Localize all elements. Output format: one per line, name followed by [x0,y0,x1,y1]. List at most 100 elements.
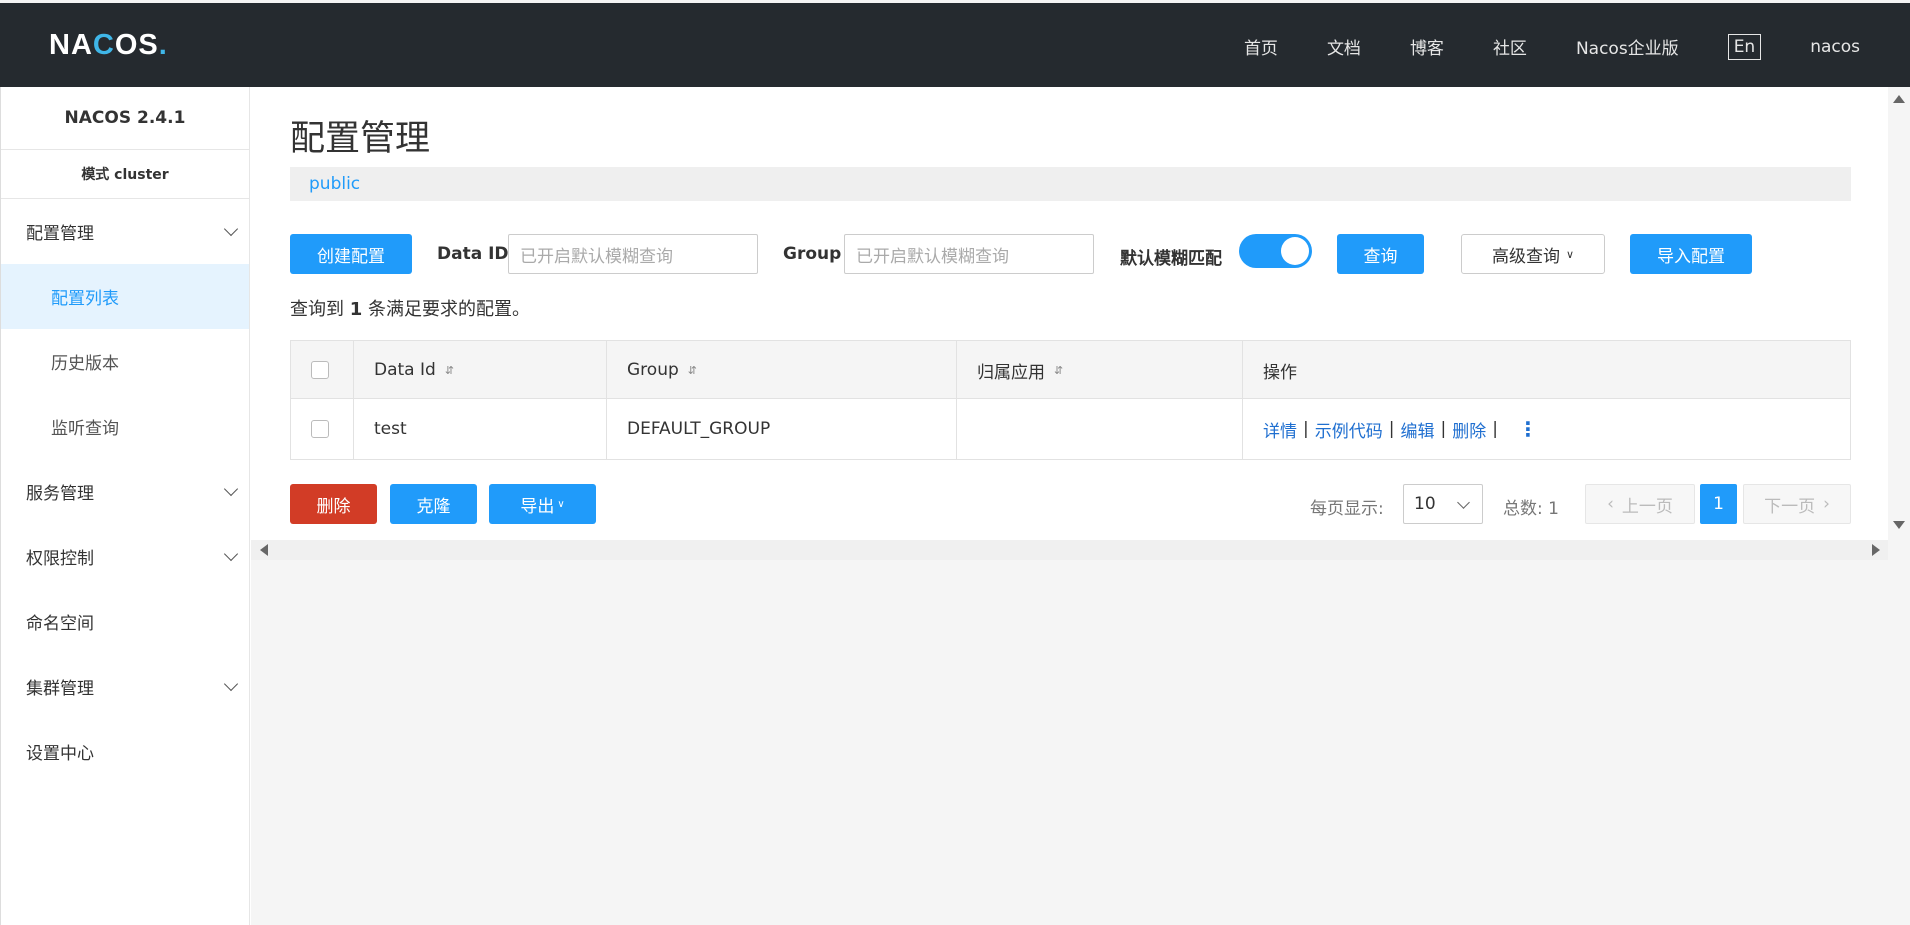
chevron-down-icon: ∨ [1565,247,1575,261]
scroll-down-arrow-icon[interactable] [1893,521,1905,529]
cell-ops: 详情 | 示例代码 | 编辑 | 删除 | ⋮ [1243,399,1850,459]
mode-label: 模式 cluster [1,150,249,199]
select-all-cell [291,341,354,399]
scroll-right-arrow-icon[interactable] [1872,544,1880,556]
result-count: 1 [349,299,363,320]
nav-docs[interactable]: 文档 [1327,34,1361,59]
column-header-ops: 操作 [1243,341,1850,399]
separator: | [1492,419,1498,439]
sidebar-item-cluster-management[interactable]: 集群管理 [1,654,249,719]
advanced-query-button[interactable]: 高级查询 ∨ [1461,234,1605,274]
separator: | [1388,419,1395,439]
edit-link[interactable]: 编辑 [1400,417,1434,442]
nav-enterprise[interactable]: Nacos企业版 [1576,34,1679,59]
horizontal-scrollbar[interactable] [251,540,1888,560]
per-page-value: 10 [1414,494,1436,514]
prev-label: 上一页 [1621,496,1673,517]
delete-link[interactable]: 删除 [1452,417,1486,442]
fuzzy-match-toggle[interactable] [1239,234,1312,268]
sidebar-item-label: 设置中心 [26,744,94,764]
group-input[interactable]: 已开启默认模糊查询 [844,234,1094,274]
sidebar-item-label: 命名空间 [26,614,94,634]
sidebar-item-listener-query[interactable]: 监听查询 [1,394,249,459]
more-actions-icon[interactable]: ⋮ [1518,419,1538,439]
bulk-delete-button[interactable]: 删除 [290,484,377,524]
next-page-button[interactable]: 下一页 › [1743,484,1851,524]
chevron-down-icon [223,546,239,561]
result-suffix: 条满足要求的配置。 [362,299,530,320]
clone-button[interactable]: 克隆 [390,484,477,524]
sort-icon[interactable]: ⇵ [1054,364,1063,377]
cell-group: DEFAULT_GROUP [607,399,957,459]
dataid-label: Data ID [437,244,509,264]
sidebar-item-namespace[interactable]: 命名空间 [1,589,249,654]
nacos-logo[interactable]: NACOS. [49,29,168,62]
prev-page-button[interactable]: ‹ 上一页 [1585,484,1695,524]
detail-link[interactable]: 详情 [1263,417,1297,442]
sidebar: NACOS 2.4.1 模式 cluster 配置管理 配置列表 历史版本 监听… [0,87,250,925]
fuzzy-match-label: 默认模糊匹配 [1120,249,1222,269]
dataid-input[interactable]: 已开启默认模糊查询 [508,234,758,274]
sidebar-item-config-management[interactable]: 配置管理 [1,199,249,264]
sidebar-item-label: 权限控制 [26,549,94,569]
sidebar-item-settings[interactable]: 设置中心 [1,719,249,784]
query-button[interactable]: 查询 [1337,234,1424,274]
chevron-down-icon [223,481,239,496]
column-header-dataid[interactable]: Data Id ⇵ [354,341,607,399]
sidebar-item-label: 配置管理 [26,224,94,244]
sidebar-item-history[interactable]: 历史版本 [1,329,249,394]
user-menu[interactable]: nacos [1810,37,1860,57]
chevron-right-icon: › [1823,494,1830,514]
config-table: Data Id ⇵ Group ⇵ 归属应用 ⇵ 操作 test DEFAULT_GR… [290,340,1851,460]
select-all-checkbox[interactable] [311,361,329,379]
nav-community[interactable]: 社区 [1493,34,1527,59]
sidebar-item-config-list[interactable]: 配置列表 [1,264,249,329]
chevron-left-icon: ‹ [1607,494,1614,514]
nav-blog[interactable]: 博客 [1410,34,1444,59]
export-button[interactable]: 导出 ∨ [489,484,596,524]
row-checkbox[interactable] [311,420,329,438]
result-prefix: 查询到 [290,299,350,320]
logo-dot: . [158,29,168,61]
per-page-select[interactable]: 10 [1403,484,1483,524]
group-label: Group [783,244,842,264]
chevron-down-icon [1457,496,1470,509]
import-config-button[interactable]: 导入配置 [1630,234,1752,274]
separator: | [1440,419,1447,439]
table-header: Data Id ⇵ Group ⇵ 归属应用 ⇵ 操作 [291,341,1850,399]
chevron-down-icon [223,676,239,691]
column-label: Group [627,360,679,380]
namespace-public[interactable]: public [309,174,360,194]
column-header-group[interactable]: Group ⇵ [607,341,957,399]
chevron-down-icon [223,221,239,236]
create-config-button[interactable]: 创建配置 [290,234,412,274]
sort-icon[interactable]: ⇵ [688,364,697,377]
separator: | [1303,419,1309,439]
sidebar-item-service-management[interactable]: 服务管理 [1,459,249,524]
top-nav: 首页 文档 博客 社区 Nacos企业版 En nacos [1195,3,1860,90]
page-title: 配置管理 [290,119,431,159]
logo-text-prefix: NA [49,29,93,61]
sidebar-item-label: 服务管理 [26,484,94,504]
column-header-app[interactable]: 归属应用 ⇵ [957,341,1243,399]
top-bar: NACOS. 首页 文档 博客 社区 Nacos企业版 En nacos [0,0,1910,87]
logo-text-suffix: OS [114,29,159,61]
namespace-bar: public [290,167,1851,201]
next-label: 下一页 [1764,496,1816,517]
page-1-button[interactable]: 1 [1700,484,1737,524]
column-label: 操作 [1263,362,1297,383]
sample-code-link[interactable]: 示例代码 [1315,417,1383,442]
scroll-up-arrow-icon[interactable] [1893,95,1905,103]
per-page-label: 每页显示: [1310,499,1384,519]
total-count: 总数: 1 [1503,499,1559,519]
version-label: NACOS 2.4.1 [1,87,249,150]
sort-icon[interactable]: ⇵ [445,364,454,377]
result-summary: 查询到 1 条满足要求的配置。 [290,295,530,321]
row-select-cell [291,399,354,459]
sidebar-item-access-control[interactable]: 权限控制 [1,524,249,589]
language-switch[interactable]: En [1727,33,1762,60]
scroll-left-arrow-icon[interactable] [260,544,268,556]
nav-home[interactable]: 首页 [1244,34,1278,59]
advanced-query-label: 高级查询 [1491,246,1560,267]
logo-text-c: C [92,29,115,61]
